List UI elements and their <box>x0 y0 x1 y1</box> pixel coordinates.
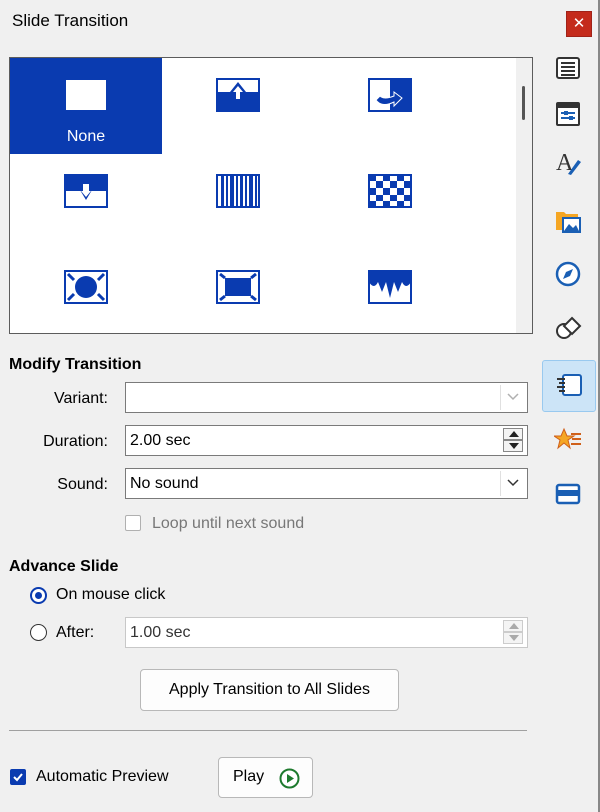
wipe-up-icon <box>216 78 260 112</box>
variant-dropdown[interactable] <box>125 382 528 413</box>
sidebar-animation[interactable] <box>550 422 586 458</box>
loop-label: Loop until next sound <box>152 515 305 532</box>
navigator-icon <box>555 261 581 287</box>
sidebar-master-slides[interactable] <box>550 476 586 512</box>
sidebar-deck: A <box>542 48 598 528</box>
styles-icon: A <box>556 150 581 176</box>
apply-to-all-slides-button[interactable]: Apply Transition to All Slides <box>140 669 399 711</box>
gallery-scrollbar[interactable] <box>516 58 532 333</box>
title-bar: Slide Transition ✕ <box>0 0 600 44</box>
variant-dropdown-arrow[interactable] <box>500 385 525 410</box>
after-time-field[interactable]: 1.00 sec <box>125 617 528 648</box>
triangle-down-icon <box>509 635 519 641</box>
page-properties-icon <box>556 102 580 126</box>
spin-up-button[interactable] <box>503 620 523 632</box>
play-button[interactable]: Play <box>218 757 313 798</box>
duration-spinner[interactable] <box>503 428 525 453</box>
transition-fall[interactable] <box>314 250 466 333</box>
triangle-down-icon <box>509 443 519 449</box>
play-icon <box>279 768 300 789</box>
triangle-up-icon <box>509 431 519 437</box>
transition-uncover[interactable] <box>314 58 466 154</box>
on-mouse-click-label: On mouse click <box>56 586 166 603</box>
after-radio[interactable] <box>30 624 47 641</box>
sidebar-shapes[interactable] <box>550 310 586 346</box>
duration-value: 2.00 sec <box>130 432 191 449</box>
sidebar-gallery[interactable] <box>550 202 586 238</box>
close-icon: ✕ <box>572 15 586 32</box>
spin-down-button[interactable] <box>503 632 523 644</box>
on-mouse-click-radio[interactable] <box>30 587 47 604</box>
divider <box>9 730 527 731</box>
slide-transition-icon <box>557 374 582 396</box>
master-slides-icon <box>555 483 581 505</box>
advance-slide-heading: Advance Slide <box>9 558 119 575</box>
shape-circle-icon <box>64 270 108 304</box>
transition-shape-circle[interactable] <box>10 250 162 333</box>
transition-label: None <box>66 128 106 145</box>
chevron-down-icon <box>507 393 519 401</box>
wipe-down-icon <box>64 174 108 208</box>
automatic-preview-label: Automatic Preview <box>36 768 169 785</box>
play-label: Play <box>233 768 265 785</box>
shapes-icon <box>556 316 582 339</box>
uncover-icon <box>368 78 412 112</box>
sidebar-styles[interactable]: A <box>550 144 586 180</box>
fall-icon <box>368 270 412 304</box>
box-icon <box>216 270 260 304</box>
triangle-up-icon <box>509 623 519 629</box>
sidebar-slide-transition[interactable] <box>542 360 596 412</box>
sidebar-properties[interactable] <box>550 50 586 86</box>
animation-icon <box>554 427 581 450</box>
sound-dropdown[interactable]: No sound <box>125 468 528 499</box>
sound-value: No sound <box>130 475 199 492</box>
transition-box[interactable] <box>162 250 314 333</box>
spin-down-button[interactable] <box>503 440 523 452</box>
sidebar-navigator[interactable] <box>550 256 586 292</box>
bars-icon <box>216 174 260 208</box>
after-time-spinner[interactable] <box>503 620 525 645</box>
transition-none[interactable]: None <box>10 58 162 154</box>
spin-up-button[interactable] <box>503 428 523 440</box>
sidebar-page[interactable] <box>550 96 586 132</box>
sound-dropdown-arrow[interactable] <box>500 471 525 496</box>
gallery-icon <box>556 212 581 233</box>
after-time-value: 1.00 sec <box>130 624 191 641</box>
properties-icon <box>556 57 580 79</box>
sound-label: Sound: <box>57 476 108 493</box>
chevron-down-icon <box>507 479 519 487</box>
transition-wipe-up[interactable] <box>162 58 314 154</box>
automatic-preview-checkbox[interactable] <box>10 769 26 785</box>
none-transition-icon <box>64 78 108 112</box>
transition-bars[interactable] <box>162 154 314 250</box>
transition-checkers[interactable] <box>314 154 466 250</box>
checkers-icon <box>368 174 412 208</box>
duration-field[interactable]: 2.00 sec <box>125 425 528 456</box>
duration-label: Duration: <box>43 433 108 450</box>
checkmark-icon <box>13 773 23 782</box>
loop-checkbox[interactable] <box>125 515 141 531</box>
transition-gallery[interactable]: None <box>9 57 533 334</box>
transition-wipe-down[interactable] <box>10 154 162 250</box>
after-label: After: <box>56 624 95 641</box>
scrollbar-thumb[interactable] <box>522 86 525 120</box>
variant-label: Variant: <box>54 390 108 407</box>
window-title: Slide Transition <box>12 11 129 30</box>
modify-transition-heading: Modify Transition <box>9 356 142 373</box>
close-button[interactable]: ✕ <box>566 11 592 37</box>
